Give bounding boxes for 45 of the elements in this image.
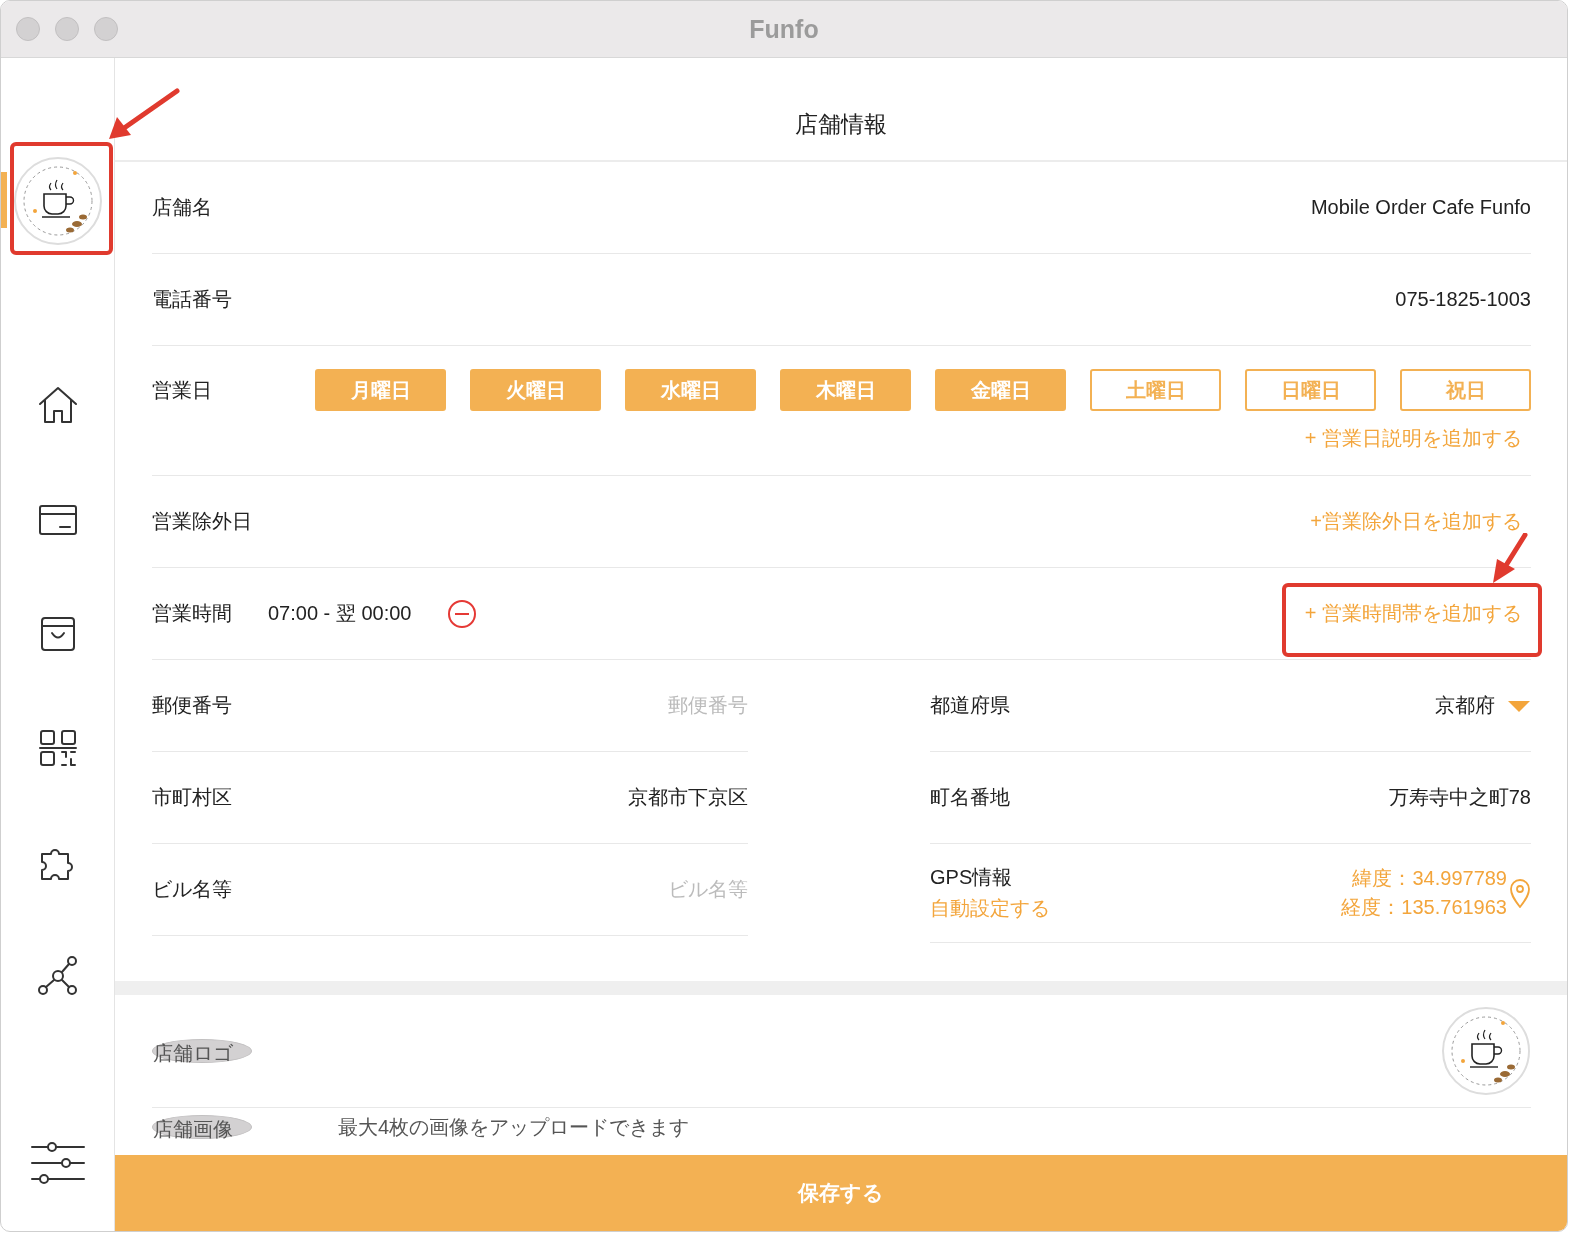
day-toggle[interactable]: 水曜日 — [625, 369, 756, 411]
day-toggle[interactable]: 祝日 — [1400, 369, 1531, 411]
field-label: 町名番地 — [930, 785, 1010, 810]
field-label: 営業除外日 — [152, 509, 252, 534]
add-link[interactable]: + 営業時間帯を追加する — [1304, 600, 1522, 627]
day-toggle[interactable]: 金曜日 — [935, 369, 1066, 411]
time-range: 07:00 - 翌 00:00 — [268, 601, 412, 626]
hint-text: 最大4枚の画像をアップロードできます — [338, 1114, 690, 1140]
window-title: Funfo — [749, 14, 819, 44]
latitude-value: 緯度：34.997789 — [1352, 866, 1507, 891]
add-link[interactable]: +営業除外日を追加する — [1310, 508, 1522, 535]
input-field[interactable]: 万寿寺中之町78 — [1231, 786, 1531, 809]
day-toggle[interactable]: 木曜日 — [780, 369, 911, 411]
add-link[interactable]: + 営業日説明を追加する — [1304, 425, 1522, 452]
day-toggle[interactable]: 火曜日 — [470, 369, 601, 411]
sliders-icon[interactable] — [29, 1141, 86, 1185]
remove-icon[interactable] — [447, 598, 478, 629]
longitude-value: 経度：135.761963 — [1341, 895, 1507, 920]
day-toggle[interactable]: 月曜日 — [315, 369, 446, 411]
input-field[interactable]: 京都市下京区 — [448, 786, 748, 809]
network-icon[interactable] — [35, 954, 80, 998]
cafe-logo[interactable] — [12, 156, 103, 246]
field-value: 075-1825-1003 — [1395, 288, 1531, 311]
field-label: 店舗名 — [152, 195, 212, 220]
field-label: 都道府県 — [930, 693, 1010, 718]
dropdown-caret-icon — [1507, 698, 1531, 713]
cafe-logo[interactable] — [1441, 1006, 1531, 1096]
field-label: 店舗画像 — [152, 1115, 252, 1139]
page-title: 店舗情報 — [115, 58, 1567, 162]
field-label: 電話番号 — [152, 287, 232, 312]
input-field[interactable]: ビル名等 — [448, 878, 748, 901]
field-label: 営業時間 — [152, 601, 232, 626]
field-label: ビル名等 — [152, 877, 232, 902]
day-toggle[interactable]: 土曜日 — [1090, 369, 1221, 411]
field-label: 営業日 — [152, 377, 212, 403]
field-label: 市町村区 — [152, 785, 232, 810]
field-label: 店舗ロゴ — [152, 1039, 252, 1063]
field-label: 郵便番号 — [152, 693, 232, 718]
dropdown-field[interactable]: 京都府 — [1195, 694, 1495, 717]
field-label: GPS情報 — [930, 865, 1014, 890]
day-toggle[interactable]: 日曜日 — [1245, 369, 1376, 411]
input-field[interactable]: 郵便番号 — [448, 694, 748, 717]
save-button[interactable]: 保存する — [115, 1155, 1567, 1231]
field-value: Mobile Order Cafe Funfo — [1310, 196, 1531, 219]
auto-set-link[interactable]: 自動設定する — [930, 895, 1050, 922]
